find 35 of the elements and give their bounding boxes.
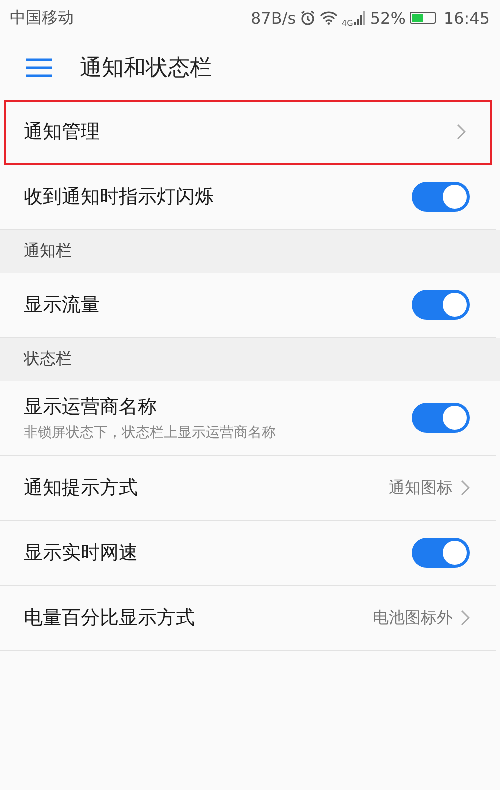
settings-row[interactable]: 显示运营商名称 非锁屏状态下，状态栏上显示运营商名称 (0, 381, 496, 456)
clock: 16:45 (444, 8, 490, 28)
settings-row[interactable]: 电量百分比显示方式 电池图标外 (0, 586, 496, 651)
setting-description: 非锁屏状态下，状态栏上显示运营商名称 (24, 424, 277, 442)
setting-label: 通知提示方式 (24, 476, 139, 501)
alarm-icon (300, 10, 316, 26)
setting-label: 通知管理 (24, 120, 101, 145)
toggle-switch[interactable] (412, 290, 470, 320)
battery-percent: 52% (370, 8, 406, 28)
setting-label: 电量百分比显示方式 (24, 606, 196, 631)
setting-label: 显示运营商名称 (24, 395, 158, 420)
wifi-icon (320, 11, 338, 25)
setting-value: 通知图标 (389, 478, 453, 498)
toggle-switch[interactable] (412, 403, 470, 433)
network-speed: 87B/s (250, 8, 296, 28)
battery-icon (410, 12, 436, 24)
setting-label: 显示流量 (24, 293, 101, 318)
settings-row[interactable]: 通知提示方式 通知图标 (0, 456, 496, 521)
setting-label: 显示实时网速 (24, 541, 139, 566)
signal-icon (354, 11, 366, 25)
page-title: 通知和状态栏 (80, 55, 212, 83)
setting-value: 电池图标外 (373, 608, 453, 628)
toggle-switch[interactable] (412, 538, 470, 568)
section-header: 状态栏 (0, 338, 500, 381)
chevron-right-icon (461, 480, 470, 496)
chevron-right-icon (457, 124, 466, 140)
network-type: 4G (342, 18, 354, 28)
section-header: 通知栏 (0, 230, 500, 273)
settings-row[interactable]: 显示实时网速 (0, 521, 496, 586)
menu-icon[interactable] (26, 58, 52, 78)
settings-row[interactable]: 通知管理 (4, 100, 492, 165)
toggle-switch[interactable] (412, 182, 470, 212)
chevron-right-icon (461, 610, 470, 626)
setting-label: 收到通知时指示灯闪烁 (24, 185, 215, 210)
carrier-name: 中国移动 (10, 8, 74, 28)
